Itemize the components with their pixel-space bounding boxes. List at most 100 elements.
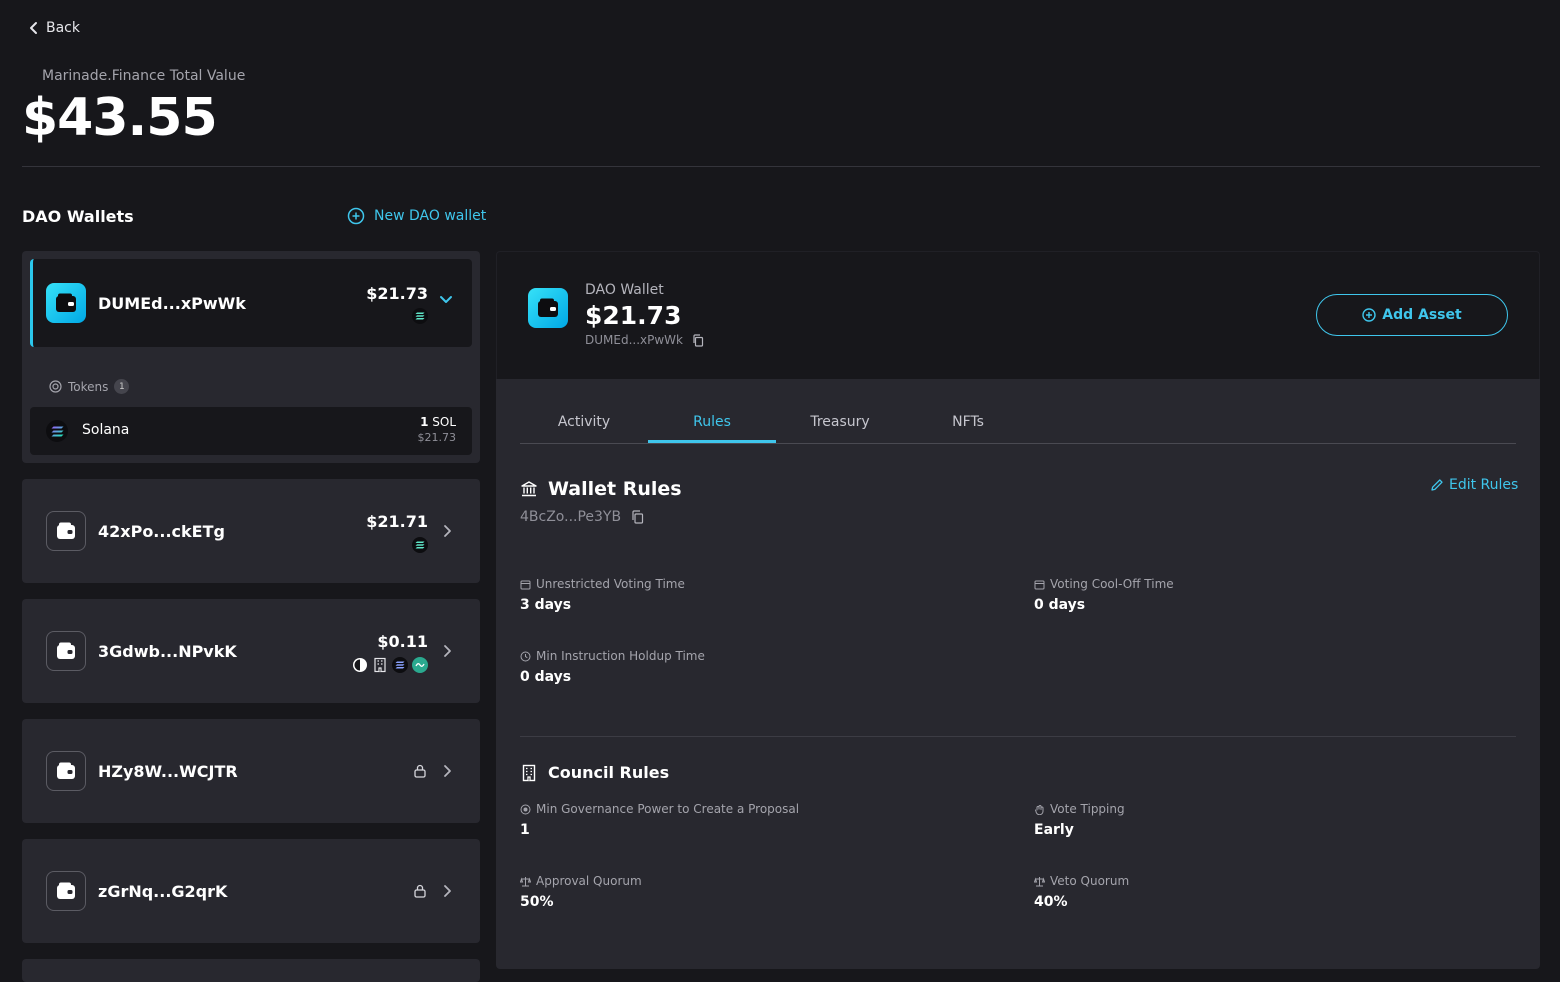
edit-rules-button[interactable]: Edit Rules [1430, 477, 1518, 493]
tabs-divider [520, 443, 1516, 444]
tab-activity[interactable]: Activity [520, 414, 648, 430]
rule-label-text: Voting Cool-Off Time [1050, 577, 1174, 591]
wallet-card[interactable]: HZy8W...WCJTR [22, 719, 480, 823]
scale-icon [1034, 876, 1045, 887]
wallet-icon [46, 283, 86, 323]
solana-icon [412, 537, 428, 553]
chevron-right-icon[interactable] [442, 884, 452, 898]
add-asset-button[interactable]: Add Asset [1316, 294, 1508, 336]
wallet-icon [46, 631, 86, 671]
rule-label: Unrestricted Voting Time [520, 577, 685, 591]
wallet-name: HZy8W...WCJTR [98, 762, 238, 781]
rule-value: 1 [520, 822, 530, 838]
marinade-icon [412, 657, 428, 673]
rule-value: 0 days [1034, 597, 1086, 613]
wallet-card[interactable]: zGrNq...G2qrK [22, 839, 480, 943]
detail-address: DUMEd...xPwWk [585, 333, 704, 347]
back-button[interactable]: Back [28, 20, 80, 36]
wallet-value: $21.73 [366, 284, 428, 303]
token-row[interactable]: Solana 1 SOL $21.73 [30, 407, 472, 455]
lock-icon [413, 764, 427, 778]
total-value-label: Marinade.Finance Total Value [42, 68, 246, 84]
token-amount: 1 SOL [420, 415, 456, 429]
tokens-count-badge: 1 [114, 379, 130, 394]
rule-label-text: Min Instruction Holdup Time [536, 649, 705, 663]
rule-value: 50% [520, 894, 554, 910]
rule-label-text: Unrestricted Voting Time [536, 577, 685, 591]
copy-icon[interactable] [631, 510, 644, 524]
wallet-name: 42xPo...ckETg [98, 522, 225, 541]
rule-label-text: Min Governance Power to Create a Proposa… [536, 802, 800, 816]
chevron-right-icon[interactable] [442, 524, 452, 538]
half-circle-icon [352, 657, 368, 673]
back-label: Back [46, 20, 80, 36]
header-divider [22, 166, 1540, 167]
rule-value: 40% [1034, 894, 1068, 910]
clock-icon [520, 651, 531, 662]
active-tab-indicator [648, 440, 776, 443]
bank-icon [520, 480, 538, 498]
token-amount-value: 1 [420, 415, 429, 429]
calendar-icon [520, 579, 531, 590]
plus-circle-icon [1362, 308, 1376, 322]
add-asset-label: Add Asset [1382, 307, 1462, 323]
scale-icon [520, 876, 531, 887]
wallet-icon [46, 871, 86, 911]
detail-value: $21.73 [585, 301, 682, 330]
wallet-icon [528, 288, 568, 328]
tokens-label: Tokens [68, 379, 109, 394]
wallet-icon [46, 751, 86, 791]
wallet-rules-title: Wallet Rules [520, 478, 682, 500]
detail-address-text: DUMEd...xPwWk [585, 333, 683, 347]
token-name: Solana [82, 422, 130, 438]
hand-icon [1034, 804, 1045, 815]
plus-circle-icon [347, 207, 365, 225]
tab-nfts[interactable]: NFTs [904, 414, 1032, 430]
edit-rules-label: Edit Rules [1449, 477, 1519, 493]
copy-icon[interactable] [692, 333, 704, 347]
rule-label-text: Vote Tipping [1050, 802, 1125, 816]
lock-icon [413, 884, 427, 898]
wallet-name: DUMEd...xPwWk [98, 294, 246, 313]
solana-icon [46, 420, 68, 442]
rule-label: Approval Quorum [520, 874, 642, 888]
token-amount-unit: SOL [432, 415, 456, 429]
chevron-left-icon [28, 21, 40, 35]
tab-treasury[interactable]: Treasury [776, 414, 904, 430]
chevron-right-icon[interactable] [442, 644, 452, 658]
pencil-icon [1430, 478, 1444, 492]
new-dao-wallet-button[interactable]: New DAO wallet [347, 207, 486, 225]
wallet-icon [46, 511, 86, 551]
rule-label: Min Governance Power to Create a Proposa… [520, 802, 799, 816]
tab-rules[interactable]: Rules [648, 414, 776, 430]
chevron-right-icon[interactable] [442, 764, 452, 778]
wallet-card[interactable]: 3Gdwb...NPvkK $0.11 [22, 599, 480, 703]
wallet-value: $0.11 [377, 632, 428, 651]
dao-wallets-title: DAO Wallets [22, 207, 134, 226]
wallet-value: $21.71 [366, 512, 428, 531]
rule-label: Voting Cool-Off Time [1034, 577, 1174, 591]
rule-label: Vote Tipping [1034, 802, 1125, 816]
wallet-name: zGrNq...G2qrK [98, 882, 228, 901]
rule-value: 3 days [520, 597, 572, 613]
detail-label: DAO Wallet [585, 282, 664, 298]
solana-icon [412, 308, 428, 324]
council-rules-title: Council Rules [520, 763, 669, 782]
rule-value: 0 days [520, 669, 572, 685]
rule-label: Veto Quorum [1034, 874, 1129, 888]
chevron-down-icon[interactable] [439, 295, 453, 305]
calendar-icon [1034, 579, 1045, 590]
coins-icon [49, 380, 62, 393]
wallet-card[interactable]: 42xPo...ckETg $21.71 [22, 479, 480, 583]
rules-address-text: 4BcZo...Pe3YB [520, 509, 622, 525]
building-icon [520, 764, 538, 782]
council-rules-title-text: Council Rules [548, 763, 670, 782]
total-value: $43.55 [22, 88, 218, 148]
tokens-header: Tokens 1 [49, 379, 130, 394]
wallet-card-active[interactable]: DUMEd...xPwWk $21.73 [30, 259, 472, 347]
wallet-card-partial[interactable] [22, 959, 480, 982]
rule-value: Early [1034, 822, 1074, 838]
rules-address: 4BcZo...Pe3YB [520, 509, 644, 525]
building-icon [372, 657, 388, 673]
section-divider [520, 736, 1516, 737]
